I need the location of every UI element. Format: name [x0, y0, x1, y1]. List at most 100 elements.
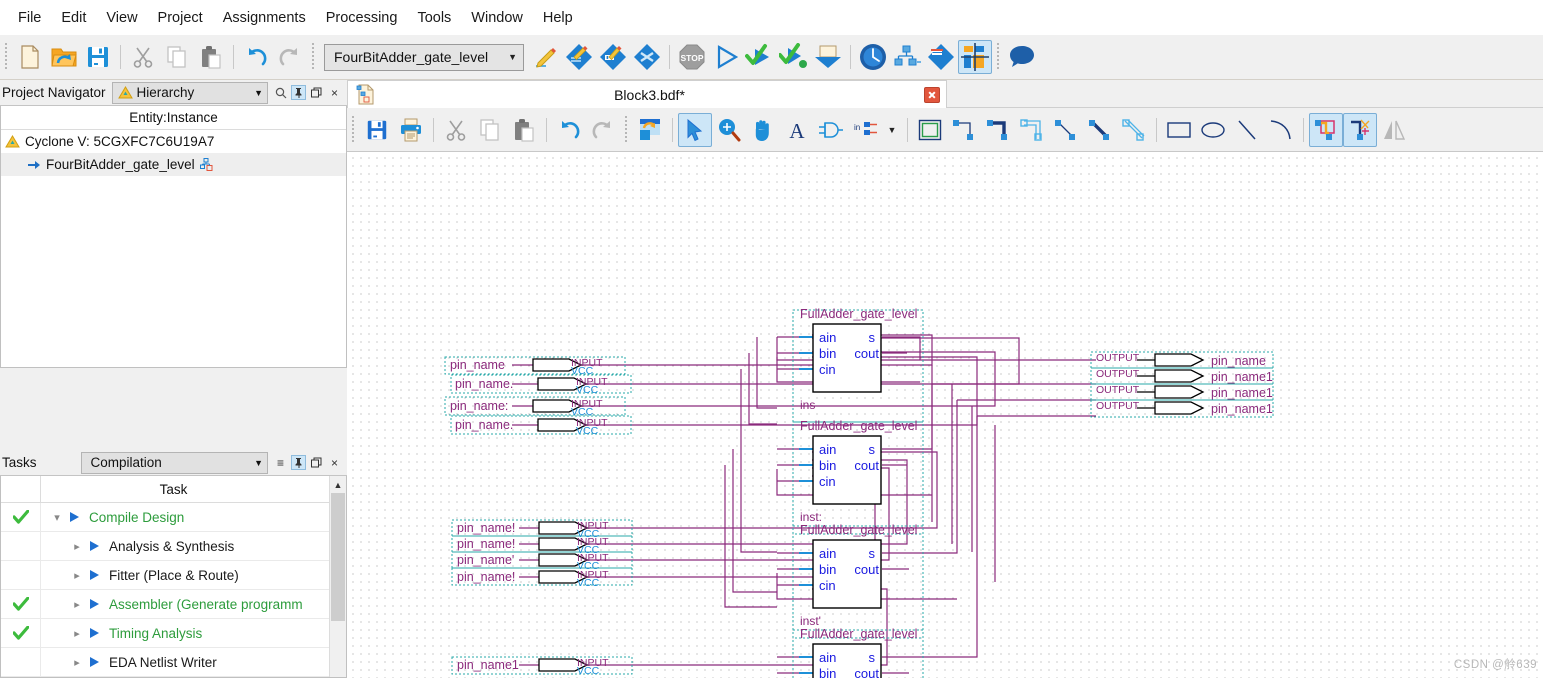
- chevron-right-icon[interactable]: ▸: [69, 569, 85, 582]
- run-task-icon[interactable]: [85, 540, 103, 552]
- partial-line-select-icon[interactable]: [1343, 112, 1377, 147]
- menu-project[interactable]: Project: [148, 6, 213, 30]
- chip-planner-icon[interactable]: [958, 40, 992, 74]
- stop-icon[interactable]: STOP: [675, 40, 709, 74]
- task-row[interactable]: ▸ Timing Analysis: [1, 619, 346, 648]
- analysis-synthesis-check-icon[interactable]: [743, 40, 777, 74]
- close-icon[interactable]: ×: [327, 455, 342, 470]
- diagonal-bus-tool-icon[interactable]: [1083, 113, 1117, 147]
- tasks-scrollbar[interactable]: ▲: [329, 476, 346, 677]
- list-menu-icon[interactable]: ≡: [273, 455, 288, 470]
- document-tab-block3[interactable]: Block3.bdf*: [347, 80, 947, 108]
- zoom-tool-icon[interactable]: [712, 113, 746, 147]
- print-icon[interactable]: [394, 113, 428, 147]
- menu-edit[interactable]: Edit: [51, 6, 96, 30]
- task-row[interactable]: ▾ Compile Design: [1, 503, 346, 532]
- pin-icon[interactable]: [291, 455, 306, 470]
- start-compilation-icon[interactable]: [709, 40, 743, 74]
- analysis-elaboration-icon[interactable]: [562, 40, 596, 74]
- chevron-right-icon[interactable]: ▸: [69, 627, 85, 640]
- task-row[interactable]: ▸ EDA Netlist Writer: [1, 648, 346, 677]
- close-icon[interactable]: ×: [327, 85, 342, 100]
- symbol-tool-icon[interactable]: [814, 113, 848, 147]
- assembler-icon[interactable]: [811, 40, 845, 74]
- cut-icon[interactable]: [126, 40, 160, 74]
- hierarchy-view-combo[interactable]: Hierarchy ▼: [111, 81, 268, 104]
- programmer-icon[interactable]: [924, 40, 958, 74]
- open-folder-icon[interactable]: [47, 40, 81, 74]
- chevron-right-icon[interactable]: ▸: [69, 656, 85, 669]
- menu-view[interactable]: View: [96, 6, 147, 30]
- menu-window[interactable]: Window: [461, 6, 533, 30]
- paste-icon[interactable]: [507, 113, 541, 147]
- toolbar-grip-2[interactable]: [310, 43, 317, 71]
- run-task-icon[interactable]: [85, 569, 103, 581]
- chevron-right-icon[interactable]: ▸: [69, 540, 85, 553]
- pin-dropdown-caret[interactable]: ▼: [882, 113, 902, 147]
- cut-icon[interactable]: [439, 113, 473, 147]
- diagonal-node-tool-icon[interactable]: [1049, 113, 1083, 147]
- undo-icon[interactable]: [239, 40, 273, 74]
- run-task-icon[interactable]: [85, 627, 103, 639]
- menu-file[interactable]: File: [8, 6, 51, 30]
- scroll-up-icon[interactable]: ▲: [330, 476, 346, 493]
- rubberbanding-icon[interactable]: [1309, 112, 1343, 147]
- compilation-icon[interactable]: [596, 40, 630, 74]
- restore-icon[interactable]: [309, 85, 324, 100]
- tasks-flow-combo[interactable]: Compilation ▼: [80, 451, 268, 474]
- search-icon[interactable]: [273, 85, 288, 100]
- rectangle-tool-icon[interactable]: [1162, 113, 1196, 147]
- find-replace-icon[interactable]: [633, 113, 667, 147]
- selection-tool-icon[interactable]: [678, 112, 712, 147]
- timing-analyzer-icon[interactable]: [856, 40, 890, 74]
- save-icon[interactable]: [81, 40, 115, 74]
- chevron-right-icon[interactable]: ▸: [69, 598, 85, 611]
- save-icon[interactable]: [360, 113, 394, 147]
- line-tool-icon[interactable]: [1230, 113, 1264, 147]
- task-row[interactable]: ▸ Fitter (Place & Route): [1, 561, 346, 590]
- redo-icon[interactable]: [586, 113, 620, 147]
- menu-help[interactable]: Help: [533, 6, 583, 30]
- run-task-icon[interactable]: [65, 511, 83, 523]
- arc-tool-icon[interactable]: [1264, 113, 1298, 147]
- block-tool-icon[interactable]: [913, 113, 947, 147]
- menu-processing[interactable]: Processing: [316, 6, 408, 30]
- paste-icon[interactable]: [194, 40, 228, 74]
- toolbar-grip-3[interactable]: [995, 43, 1002, 71]
- scrollbar-thumb[interactable]: [331, 493, 345, 621]
- orthogonal-node-tool-icon[interactable]: [947, 113, 981, 147]
- pin-icon[interactable]: [291, 85, 306, 100]
- schematic-toolbar-grip[interactable]: [350, 115, 357, 144]
- new-file-icon[interactable]: [13, 40, 47, 74]
- run-task-icon[interactable]: [85, 656, 103, 668]
- close-icon[interactable]: [924, 86, 940, 103]
- schematic-toolbar-grip-2[interactable]: [623, 115, 630, 144]
- compile-design-icon[interactable]: [630, 40, 664, 74]
- pin-tool-icon[interactable]: in: [848, 113, 882, 147]
- tree-item-device[interactable]: Cyclone V: 5CGXFC7C6U19A7: [1, 130, 346, 153]
- rtl-viewer-icon[interactable]: [890, 40, 924, 74]
- project-revision-combo[interactable]: FourBitAdder_gate_level ▼: [324, 43, 524, 71]
- restore-icon[interactable]: [309, 455, 324, 470]
- menu-tools[interactable]: Tools: [407, 6, 461, 30]
- orthogonal-bus-tool-icon[interactable]: [981, 113, 1015, 147]
- settings-pencil-icon[interactable]: [528, 40, 562, 74]
- schematic-canvas[interactable]: FullAdder_gate_level ain bin cin s cout …: [347, 152, 1543, 678]
- orthogonal-conduit-tool-icon[interactable]: [1015, 113, 1049, 147]
- toolbar-grip[interactable]: [3, 43, 10, 71]
- task-row[interactable]: ▸ Analysis & Synthesis: [1, 532, 346, 561]
- copy-icon[interactable]: [473, 113, 507, 147]
- task-row[interactable]: ▸ Assembler (Generate programm: [1, 590, 346, 619]
- chevron-down-icon[interactable]: ▾: [49, 511, 65, 524]
- fitter-check-icon[interactable]: [777, 40, 811, 74]
- hand-tool-icon[interactable]: [746, 113, 780, 147]
- oval-tool-icon[interactable]: [1196, 113, 1230, 147]
- menu-assignments[interactable]: Assignments: [213, 6, 316, 30]
- tree-item-entity[interactable]: FourBitAdder_gate_level: [1, 153, 346, 176]
- text-tool-icon[interactable]: A: [780, 113, 814, 147]
- flip-icon[interactable]: [1377, 113, 1411, 147]
- undo-icon[interactable]: [552, 113, 586, 147]
- redo-icon[interactable]: [273, 40, 307, 74]
- comment-icon[interactable]: [1005, 40, 1039, 74]
- diagonal-conduit-tool-icon[interactable]: [1117, 113, 1151, 147]
